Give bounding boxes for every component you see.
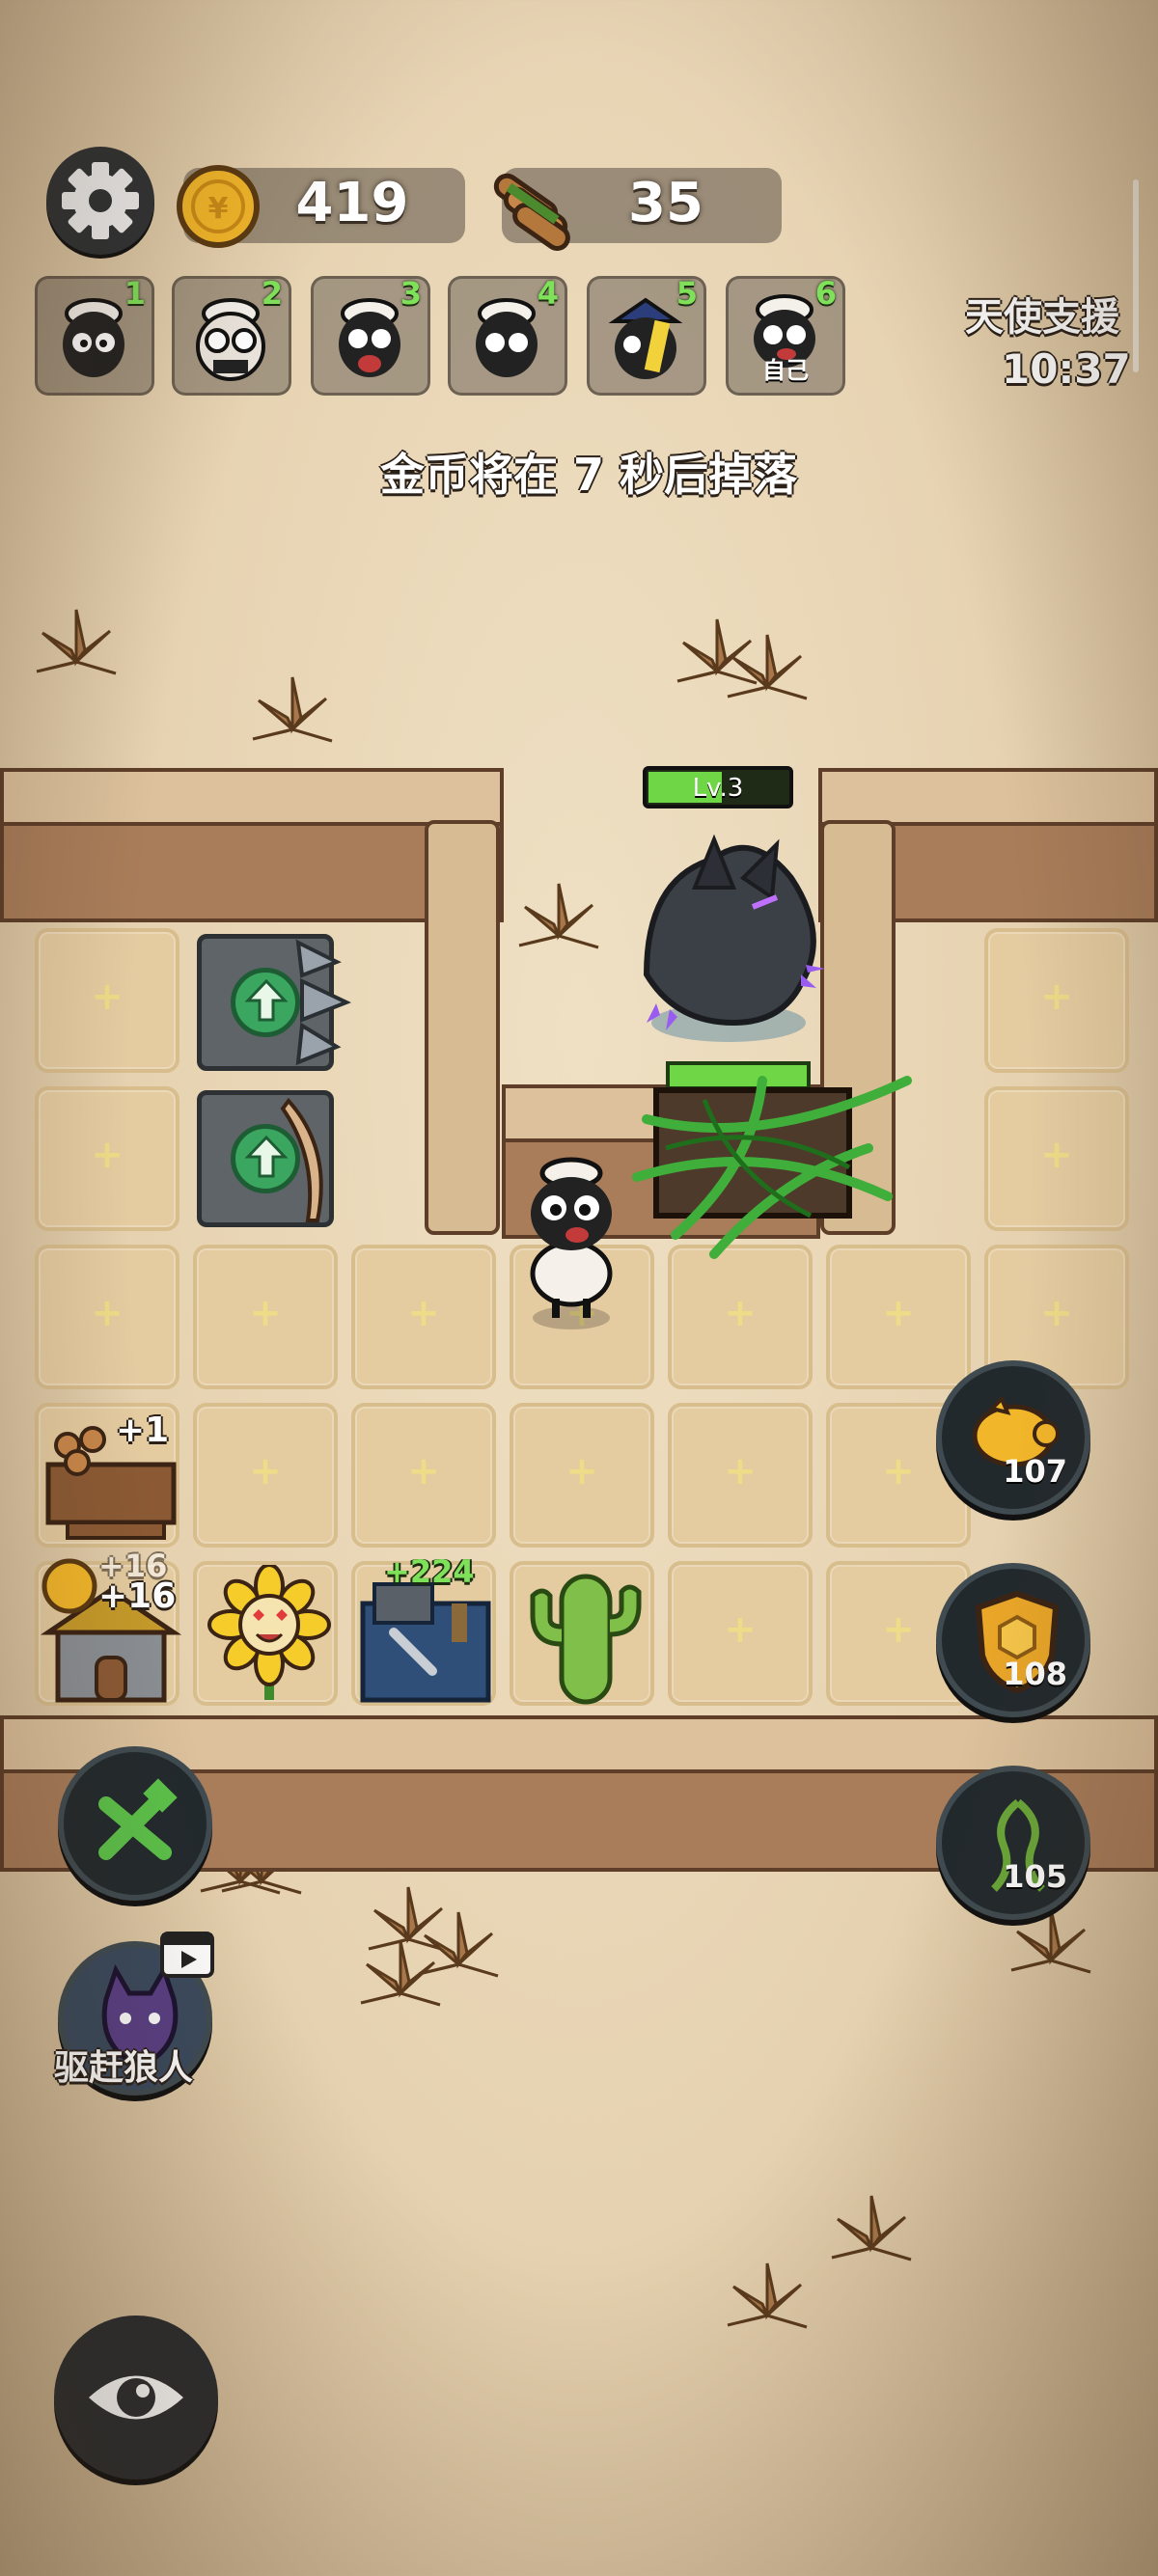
spike-icon (295, 939, 352, 1066)
thorn-barricade[interactable] (618, 1061, 926, 1283)
player-slot-4[interactable]: 4 (448, 275, 567, 396)
blade-turret-upgrade[interactable] (197, 1090, 334, 1227)
player-slot-6-self[interactable]: 6 自己 (726, 275, 845, 396)
gear-icon (62, 162, 139, 239)
dry-leaf-icon (518, 883, 599, 949)
gold-bonus-front: +16 (98, 1576, 177, 1616)
empty-build-slot[interactable]: + (35, 1086, 179, 1231)
scrollbar[interactable] (1133, 179, 1139, 372)
sunflower-icon (207, 1565, 331, 1700)
stone-wall-post (425, 820, 500, 1235)
empty-build-slot[interactable]: + (510, 1403, 654, 1548)
sheep-character[interactable] (510, 1154, 635, 1331)
video-icon (160, 1932, 214, 1978)
view-toggle-button[interactable] (54, 2316, 218, 2480)
empty-build-slot[interactable]: + (193, 1403, 338, 1548)
shield-button[interactable]: 108 (936, 1563, 1090, 1717)
player-slot-3[interactable]: 3 (311, 275, 430, 396)
cactus-icon (530, 1574, 642, 1705)
wood-bonus: +1 (116, 1411, 170, 1450)
thorn-vine-button[interactable]: 105 (936, 1766, 1090, 1920)
support-label: 天使支援 (965, 295, 1119, 340)
player-number: 3 (400, 275, 422, 312)
gold-amount: 419 (295, 172, 409, 234)
player-number: 1 (124, 275, 146, 312)
build-tools-button[interactable] (58, 1746, 212, 1901)
dry-leaf-icon (727, 634, 808, 700)
player-slot-2[interactable]: 2 (172, 275, 291, 396)
player-number: 5 (676, 275, 698, 312)
wood-icon (493, 173, 570, 251)
piggy-bank-button[interactable]: 107 (936, 1360, 1090, 1515)
repair-bonus: +224 (384, 1553, 475, 1590)
svg-text:¥: ¥ (208, 192, 229, 226)
werewolf-enemy[interactable] (608, 820, 849, 1061)
repair-station-slot[interactable]: +224 (351, 1553, 496, 1706)
player-number: 6 (814, 275, 837, 312)
player-slot-5[interactable]: 5 (587, 275, 706, 396)
cactus-slot[interactable] (510, 1561, 654, 1706)
empty-build-slot[interactable]: + (984, 1086, 1129, 1231)
empty-build-slot[interactable]: + (984, 928, 1129, 1073)
player-slot-1[interactable]: 1 (35, 275, 154, 396)
sunflower-slot[interactable] (193, 1561, 338, 1706)
coin-drop-notice: 金币将在 7 秒后掉落 (379, 449, 798, 501)
blade-icon (280, 1097, 323, 1222)
empty-build-slot[interactable]: + (668, 1561, 813, 1706)
coin-icon (41, 1558, 97, 1614)
empty-build-slot[interactable]: + (668, 1403, 813, 1548)
player-number: 4 (537, 275, 559, 312)
dry-leaf-icon (727, 2262, 808, 2329)
spike-turret-upgrade[interactable] (197, 934, 352, 1071)
support-timer: 10:37 (1002, 345, 1131, 393)
empty-build-slot[interactable]: + (351, 1403, 496, 1548)
tools-icon (98, 1778, 178, 1860)
player-number: 2 (261, 275, 283, 312)
enemy-level-bar: Lv.3 (643, 766, 793, 808)
settings-button[interactable] (46, 147, 154, 255)
eye-icon (89, 2375, 183, 2420)
wood-amount: 35 (628, 172, 703, 234)
dry-leaf-icon (360, 1940, 441, 2007)
self-label: 自己 (762, 357, 809, 384)
repel-werewolf-label: 驱赶狼人 (54, 2048, 194, 2088)
piggy-bank-count: 107 (1003, 1453, 1067, 1490)
wood-generator-slot[interactable]: +1 (35, 1403, 179, 1548)
gold-house-slot[interactable]: +16 +16 (35, 1548, 182, 1706)
dry-leaf-icon (252, 676, 333, 743)
dry-leaf-icon (831, 2195, 912, 2261)
empty-build-slot[interactable]: + (193, 1245, 338, 1389)
thorn-vine-count: 105 (1003, 1858, 1067, 1895)
coin-icon: ¥ (177, 165, 260, 248)
shield-count: 108 (1003, 1656, 1067, 1692)
arrow-up-icon (244, 978, 289, 1022)
enemy-level-label: Lv.3 (692, 774, 744, 803)
empty-build-slot[interactable]: + (351, 1245, 496, 1389)
empty-build-slot[interactable]: + (35, 1245, 179, 1389)
dry-leaf-icon (36, 609, 117, 675)
empty-build-slot[interactable]: + (35, 928, 179, 1073)
